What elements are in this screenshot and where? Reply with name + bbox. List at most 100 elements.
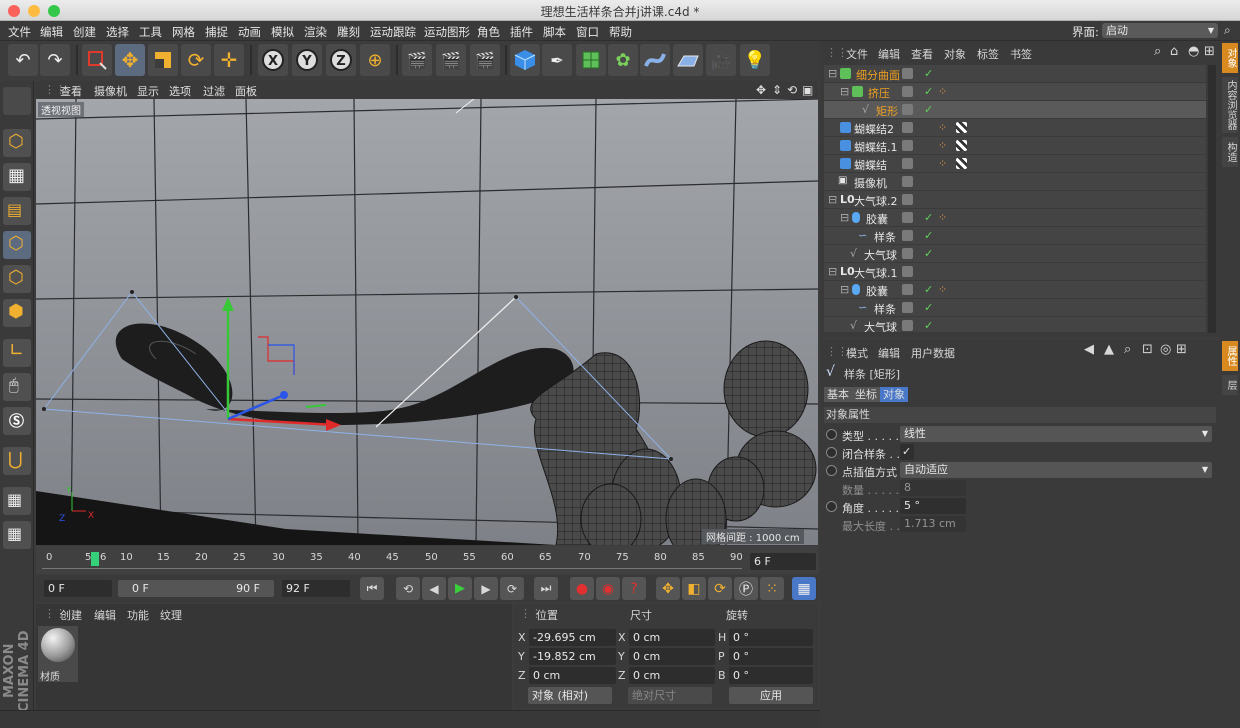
object-row-balloon-2[interactable]: √ 大气球 ✓ [824,317,1206,333]
next-frame-button[interactable]: ▶ [474,577,498,600]
enabled-check-icon[interactable]: ✓ [924,283,933,296]
search-icon[interactable]: ⌕ [1224,23,1231,38]
obj-menu-view[interactable]: 查看 [911,46,933,62]
menu-sculpt[interactable]: 雕刻 [337,24,360,40]
solo-button[interactable]: Ⓢ [3,407,31,435]
vp-menu-camera[interactable]: 摄像机 [94,83,127,99]
rot-h-field[interactable]: 0 ° [729,629,813,646]
enabled-check-icon[interactable]: ✓ [924,85,933,98]
keyframe-selection-button[interactable]: ? [622,577,646,600]
enabled-check-icon[interactable]: ✓ [924,247,933,260]
key-pla-button[interactable]: ⁙ [760,577,784,600]
menu-mograph[interactable]: 运动图形 [424,24,470,40]
obj-menu-bookmarks[interactable]: 书签 [1010,46,1032,62]
attr-menu-edit[interactable]: 编辑 [878,345,900,361]
attr-menu-userdata[interactable]: 用户数据 [911,345,955,361]
menu-character[interactable]: 角色 [477,24,500,40]
object-list-scrollbar[interactable] [1208,65,1216,333]
playhead[interactable] [91,552,99,566]
phong-tag-icon[interactable]: ⁘ [938,283,947,296]
deformer-button[interactable] [640,44,670,76]
x-axis-lock-button[interactable]: X [258,44,288,76]
side-tab-layers[interactable]: 层 [1222,375,1238,395]
make-editable-button[interactable] [3,87,31,115]
range-slider[interactable]: 0 F 90 F [118,580,274,597]
tab-object[interactable]: 对象 [880,387,908,402]
mat-menu-texture[interactable]: 纹理 [160,607,182,623]
menu-mesh[interactable]: 网格 [172,24,195,40]
planar-workplane-button[interactable]: ▦ [3,521,31,549]
apply-button[interactable]: 应用 [729,687,813,704]
scale-tool-button[interactable] [148,44,178,76]
enabled-check-icon[interactable]: ✓ [924,301,933,314]
goto-end-button[interactable]: ⏭ [534,577,558,600]
menu-help[interactable]: 帮助 [609,24,632,40]
enabled-check-icon[interactable]: ✓ [924,67,933,80]
object-row-capsule[interactable]: ⊟ 胶囊 ✓ ⁘ [824,209,1206,227]
floor-button[interactable] [673,44,703,76]
tab-basic[interactable]: 基本 [824,387,852,402]
material-swatch[interactable]: 材质 [38,626,78,683]
new-panel-icon[interactable]: ⊞ [1204,44,1215,59]
side-tab-structure[interactable]: 构造 [1222,137,1238,167]
workplane-lock-button[interactable]: ▦ [3,487,31,515]
cloner-button[interactable]: ✿ [608,44,638,76]
snap-button[interactable]: ⋃ [3,447,31,475]
size-y-field[interactable]: 0 cm [629,648,715,665]
move-tool-button[interactable]: ✥ [115,44,145,76]
z-axis-lock-button[interactable]: Z [326,44,356,76]
object-row-bow2[interactable]: 蝴蝶结2 ⁘ [824,119,1206,137]
menu-render[interactable]: 渲染 [304,24,327,40]
side-tab-objects[interactable]: 对象 [1222,43,1238,73]
menu-plugins[interactable]: 插件 [510,24,533,40]
attr-menu-mode[interactable]: 模式 [846,345,868,361]
texture-mode-button[interactable]: ▦ [3,163,31,191]
pos-y-field[interactable]: -19.852 cm [529,648,616,665]
vp-menu-panel[interactable]: 面板 [235,83,257,99]
goto-start-button[interactable]: ⏮ [360,577,384,600]
interpolation-select[interactable]: 自动适应 ▼ [900,462,1212,478]
vp-menu-filter[interactable]: 过滤 [203,83,225,99]
obj-menu-object[interactable]: 对象 [944,46,966,62]
autokey-button[interactable]: ◉ [596,577,620,600]
enabled-check-icon[interactable]: ✓ [924,229,933,242]
mat-menu-create[interactable]: 创建 [60,607,82,623]
menu-snap[interactable]: 捕捉 [205,24,228,40]
menu-create[interactable]: 创建 [73,24,96,40]
search-icon[interactable]: ⌕ [1124,342,1131,357]
menu-edit[interactable]: 编辑 [40,24,63,40]
dolly-icon[interactable]: ⇕ [772,83,782,97]
y-axis-lock-button[interactable]: Y [292,44,322,76]
workplane-mode-button[interactable]: ▤ [3,197,31,225]
phong-tag-icon[interactable]: ⁘ [938,157,947,170]
model-mode-button[interactable]: ⬡ [3,129,31,157]
object-row-spline-2[interactable]: ∽ 样条 ✓ [824,299,1206,317]
vp-menu-options[interactable]: 选项 [169,83,191,99]
phong-tag-icon[interactable]: ⁘ [938,121,947,134]
material-tag-icon[interactable] [956,122,967,133]
render-to-picture-viewer-button[interactable]: 🎬 [436,44,466,76]
prev-key-button[interactable]: ⟲ [396,577,420,600]
pos-z-field[interactable]: 0 cm [529,667,616,684]
phong-tag-icon[interactable]: ⁘ [938,139,947,152]
menu-file[interactable]: 文件 [8,24,31,40]
phong-tag-icon[interactable]: ⁘ [938,211,947,224]
size-x-field[interactable]: 0 cm [629,629,715,646]
rot-p-field[interactable]: 0 ° [729,648,813,665]
new-panel-icon[interactable]: ⊞ [1176,342,1187,357]
key-rotation-button[interactable]: ⟳ [708,577,732,600]
render-view-button[interactable]: 🎬 [402,44,432,76]
angle-field[interactable]: 5 ° [900,498,966,514]
menu-window[interactable]: 窗口 [576,24,599,40]
coordinate-system-button[interactable]: ⊕ [360,44,390,76]
target-icon[interactable]: ◎ [1160,342,1171,357]
obj-menu-edit[interactable]: 编辑 [878,46,900,62]
edges-mode-button[interactable]: ⬡ [3,265,31,293]
orbit-icon[interactable]: ⟲ [787,83,797,97]
menu-animate[interactable]: 动画 [238,24,261,40]
type-select[interactable]: 线性 ▼ [900,426,1212,442]
mat-menu-function[interactable]: 功能 [127,607,149,623]
rot-b-field[interactable]: 0 ° [729,667,813,684]
render-settings-button[interactable]: 🎬 [470,44,500,76]
light-button[interactable]: 💡 [740,44,770,76]
